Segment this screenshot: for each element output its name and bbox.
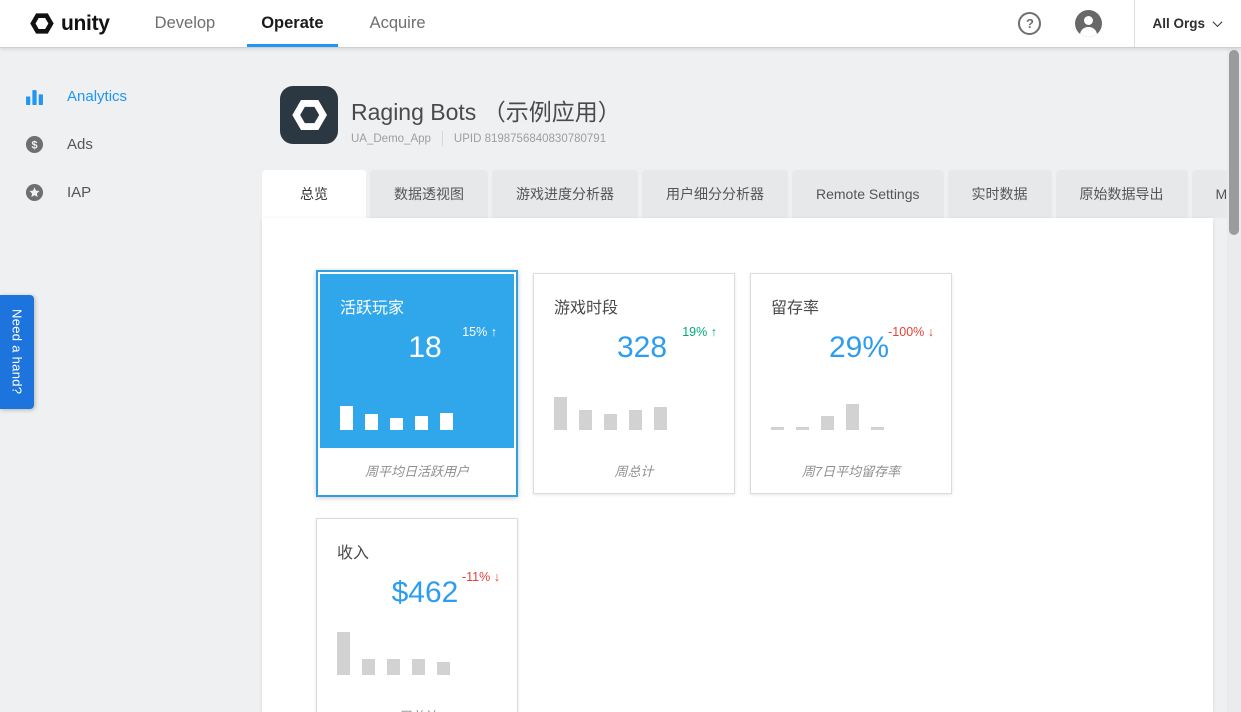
page-body: Analytics $ Ads IAP Need a hand? Raging …	[0, 48, 1241, 712]
tab-label: 游戏进度分析器	[516, 186, 614, 202]
app-header: Raging Bots （示例应用） UA_Demo_App UPID 8198…	[280, 86, 621, 146]
bar	[337, 632, 350, 675]
nav-tab-operate[interactable]: Operate	[247, 0, 337, 47]
account-avatar-icon[interactable]	[1075, 10, 1103, 37]
bar	[821, 416, 834, 430]
metric-value: 29%	[828, 331, 890, 364]
tab-label: 数据透视图	[394, 186, 464, 202]
sidebar-item-analytics[interactable]: Analytics	[0, 72, 260, 120]
tab-label: 总览	[300, 186, 328, 202]
top-nav: unity Develop Operate Acquire ? All Orgs	[0, 0, 1241, 48]
bar	[440, 413, 453, 430]
sidebar-item-iap[interactable]: IAP	[0, 168, 260, 216]
bar	[437, 662, 450, 675]
sidebar-item-ads[interactable]: $ Ads	[0, 120, 260, 168]
bar	[604, 414, 617, 430]
brand-wordmark: unity	[61, 11, 110, 35]
bar	[771, 427, 784, 430]
bar	[579, 410, 592, 430]
org-switcher-label: All Orgs	[1152, 16, 1205, 31]
bar	[365, 414, 378, 430]
metric-cards: 活跃玩家 15% ↑ 18 周平均日活跃用户 游戏时段 19% ↑ 328 周总…	[316, 270, 976, 712]
tab-livestream[interactable]: 实时数据	[947, 170, 1052, 218]
dollar-circle-icon: $	[25, 135, 44, 154]
bar	[654, 407, 667, 430]
page-title: Raging Bots （示例应用）	[351, 99, 621, 125]
scrollbar-thumb[interactable]	[1229, 50, 1239, 235]
divider	[441, 131, 443, 146]
tab-remote-settings[interactable]: Remote Settings	[792, 170, 944, 218]
nav-tab-acquire[interactable]: Acquire	[356, 0, 440, 47]
metric-caption: 周7日平均留存率	[751, 448, 951, 493]
bar	[415, 416, 428, 430]
bar	[362, 659, 375, 675]
mini-bar-chart	[771, 404, 884, 430]
content-panel: 活跃玩家 15% ↑ 18 周平均日活跃用户 游戏时段 19% ↑ 328 周总…	[262, 218, 1213, 712]
bar	[846, 404, 859, 430]
metric-title: 游戏时段	[554, 300, 619, 317]
sidebar-item-label: Analytics	[67, 87, 128, 105]
metric-card-sessions[interactable]: 游戏时段 19% ↑ 328 周总计	[533, 273, 735, 494]
metric-caption: 周总计	[317, 693, 517, 712]
svg-text:$: $	[31, 139, 37, 151]
metric-card-active-players[interactable]: 活跃玩家 15% ↑ 18 周平均日活跃用户	[316, 270, 518, 497]
sidebar-item-label: IAP	[67, 183, 92, 201]
tab-label: 用户细分分析器	[666, 186, 764, 202]
tab-raw-data-export[interactable]: 原始数据导出	[1055, 170, 1188, 218]
metric-title: 留存率	[771, 300, 820, 317]
upid: UPID 8198756840830780791	[453, 132, 607, 145]
metric-card-retention[interactable]: 留存率 -100% ↓ 29% 周7日平均留存率	[750, 273, 952, 494]
bar	[340, 406, 353, 430]
metric-value: 18	[408, 331, 442, 364]
org-switcher[interactable]: All Orgs	[1134, 0, 1241, 47]
metric-title: 活跃玩家	[340, 300, 405, 317]
tab-strip: 总览 数据透视图 游戏进度分析器 用户细分分析器 Remote Settings…	[262, 170, 1241, 218]
bar	[390, 418, 403, 430]
metric-caption: 周平均日活跃用户	[320, 448, 514, 493]
bar	[796, 427, 809, 430]
metric-caption: 周总计	[534, 448, 734, 493]
unity-cube-icon	[292, 100, 327, 130]
bar	[554, 397, 567, 430]
nav-tab-develop[interactable]: Develop	[141, 0, 230, 47]
tab-funnel-analyzer[interactable]: 游戏进度分析器	[492, 170, 638, 218]
tab-label: Remote Settings	[816, 186, 920, 202]
mini-bar-chart	[554, 397, 667, 430]
tab-segment-builder[interactable]: 用户细分分析器	[642, 170, 788, 218]
project-id: UA_Demo_App	[351, 132, 431, 145]
help-icon[interactable]: ?	[1018, 12, 1042, 35]
unity-logo[interactable]: unity	[0, 0, 110, 47]
metric-value: $462	[391, 576, 459, 609]
metric-value: 328	[616, 331, 668, 364]
unity-cube-icon	[30, 13, 54, 34]
bar	[412, 659, 425, 675]
tab-data-explorer[interactable]: 数据透视图	[370, 170, 488, 218]
mini-bar-chart	[340, 406, 453, 430]
mini-bar-chart	[337, 632, 450, 675]
metric-title: 收入	[337, 545, 370, 562]
tab-label: 实时数据	[971, 186, 1028, 202]
bar	[387, 659, 400, 675]
bar-chart-icon	[25, 87, 44, 106]
sidebar: Analytics $ Ads IAP	[0, 48, 260, 216]
tab-label: 原始数据导出	[1079, 186, 1164, 202]
app-icon	[280, 86, 338, 144]
tab-overview[interactable]: 总览	[262, 170, 366, 218]
scrollbar-track[interactable]	[1227, 48, 1241, 712]
metric-card-revenue[interactable]: 收入 -11% ↓ $462 周总计	[316, 518, 518, 712]
bar	[871, 427, 884, 430]
need-a-hand-tab[interactable]: Need a hand?	[0, 295, 34, 409]
star-circle-icon	[25, 183, 44, 202]
bar	[629, 410, 642, 430]
chevron-down-icon	[1212, 17, 1223, 28]
primary-nav: Develop Operate Acquire	[132, 0, 449, 47]
sidebar-item-label: Ads	[67, 135, 93, 153]
